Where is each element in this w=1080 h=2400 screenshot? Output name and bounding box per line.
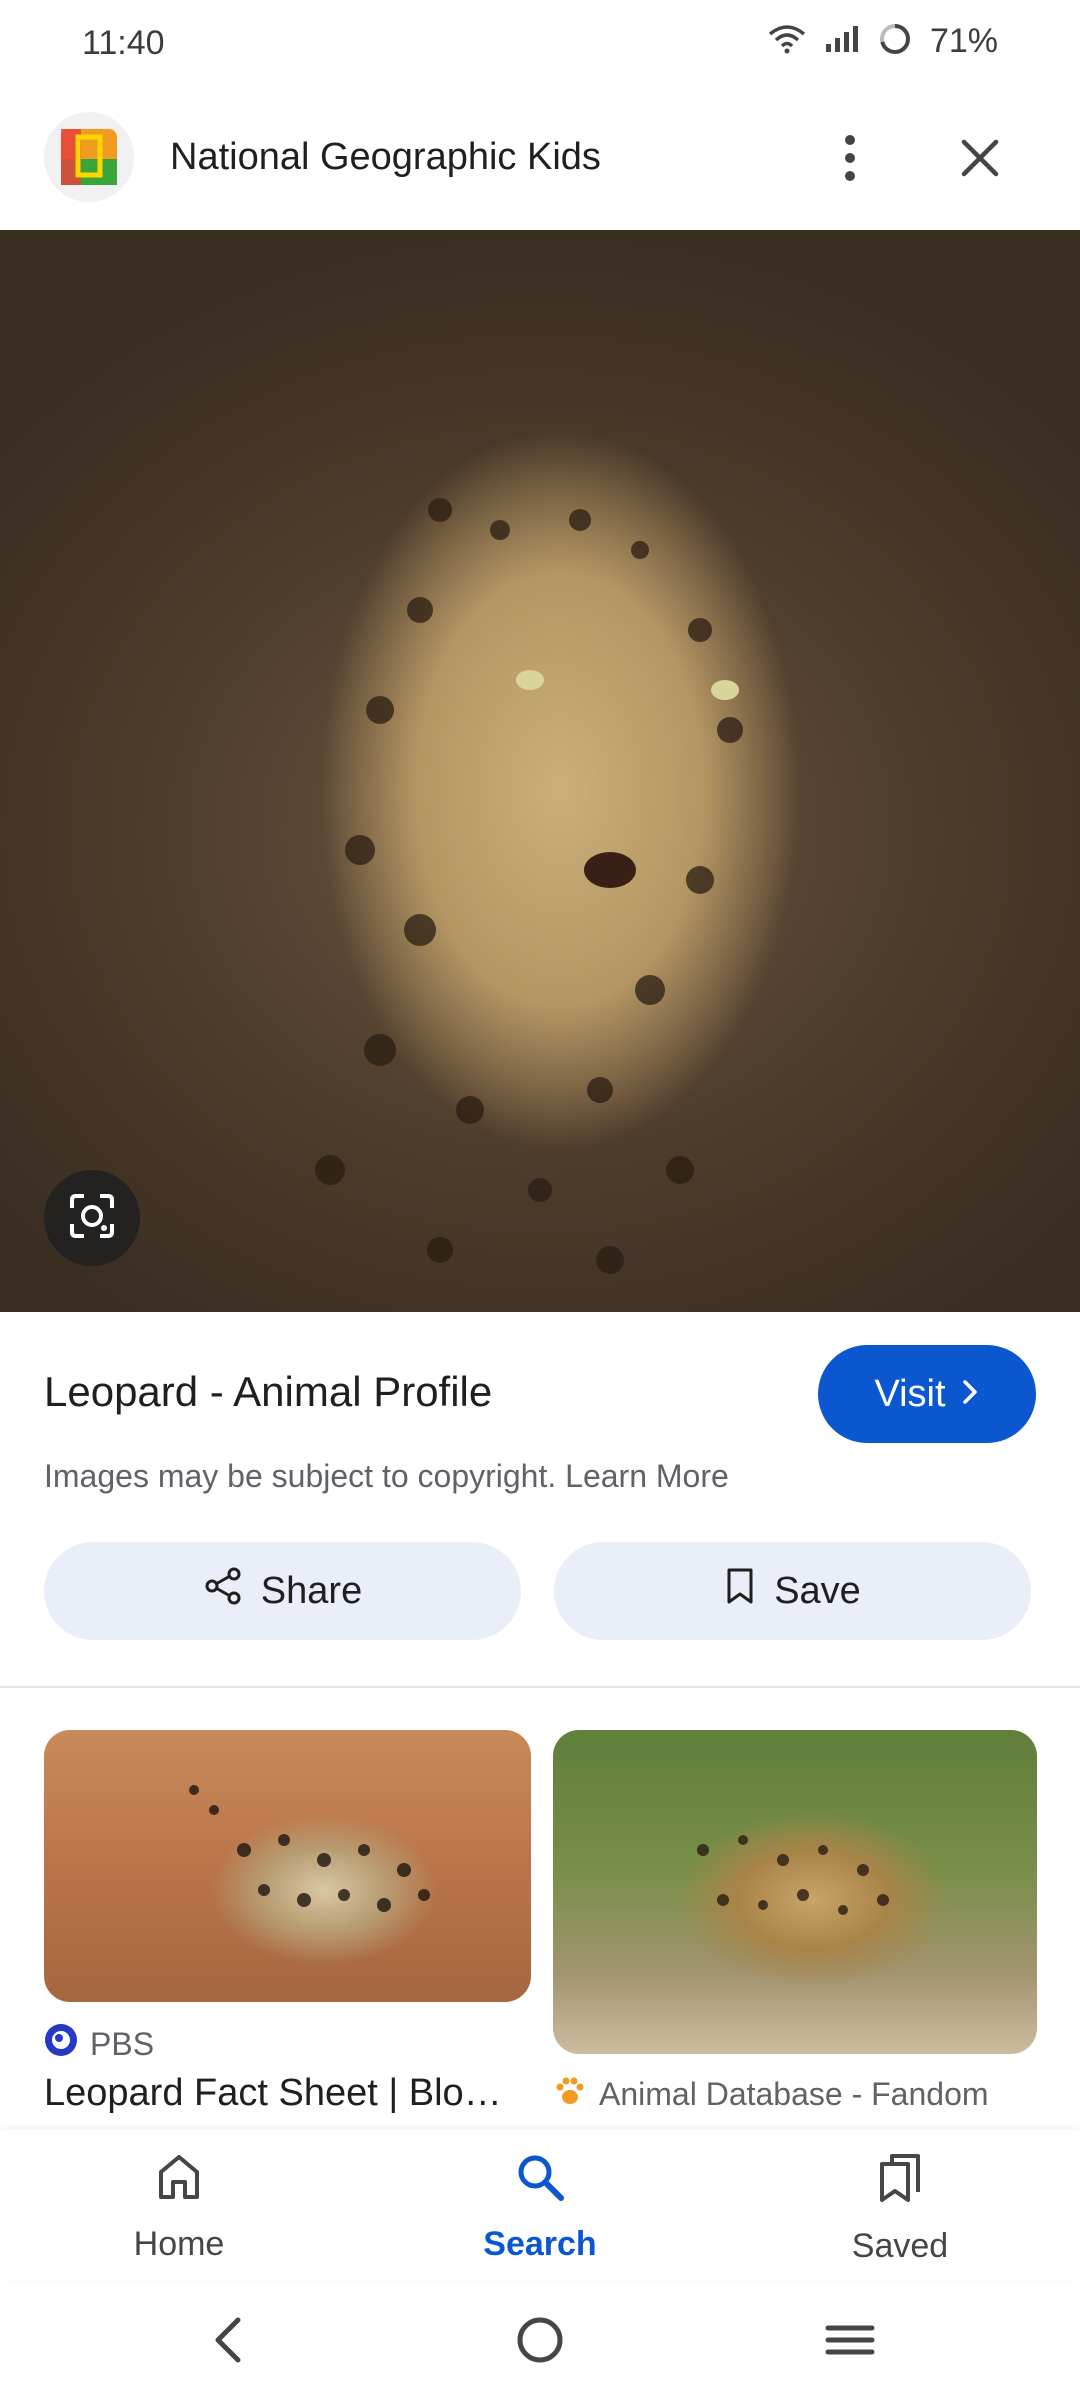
related-source-2: Animal Database - Fandom [553, 2073, 989, 2115]
save-label: Save [774, 1569, 861, 1612]
recents-icon [820, 2325, 880, 2374]
share-button[interactable]: Share [44, 1542, 521, 1640]
result-title: Leopard - Animal Profile [44, 1368, 493, 1415]
home-icon [155, 2152, 203, 2211]
source-name: Animal Database - Fandom [599, 2075, 989, 2112]
related-title-1[interactable]: Leopard Fact Sheet | Blog... [44, 2072, 514, 2115]
back-icon [200, 2317, 260, 2374]
divider [0, 1686, 1080, 1688]
share-icon [203, 1566, 243, 1616]
battery-percent: 71% [929, 22, 998, 60]
nav-home-label: Home [133, 2225, 225, 2263]
system-home-button[interactable] [510, 2310, 570, 2370]
battery-icon [878, 22, 912, 61]
pbs-icon [44, 2023, 78, 2065]
close-icon [960, 138, 1000, 183]
nav-saved[interactable]: Saved [800, 2152, 1000, 2266]
more-vert-icon [842, 134, 858, 187]
close-button[interactable] [940, 120, 1020, 200]
signal-icon [824, 24, 860, 59]
site-title[interactable]: National Geographic Kids [170, 136, 601, 179]
more-options-button[interactable] [810, 120, 890, 200]
lens-search-button[interactable] [44, 1170, 140, 1266]
visit-button[interactable]: Visit [818, 1345, 1036, 1443]
saved-icon [876, 2152, 924, 2213]
copyright-note[interactable]: Images may be subject to copyright. Lear… [44, 1458, 729, 1495]
status-icons: 71% [768, 22, 998, 61]
related-image-1[interactable] [44, 1730, 531, 2002]
related-source-1: PBS [44, 2023, 154, 2065]
wifi-icon [768, 24, 806, 59]
hero-image-leopard[interactable] [0, 230, 1080, 1312]
visit-label: Visit [874, 1372, 946, 1415]
nav-saved-label: Saved [851, 2227, 949, 2265]
system-back-button[interactable] [200, 2310, 260, 2370]
app-bar: National Geographic Kids [0, 100, 1080, 230]
chevron-right-icon [960, 1373, 980, 1416]
related-image-2[interactable] [553, 1730, 1037, 2054]
system-recents-button[interactable] [820, 2310, 880, 2370]
nav-home[interactable]: Home [79, 2152, 279, 2264]
share-label: Share [260, 1569, 363, 1612]
paw-icon [553, 2073, 587, 2115]
site-favicon [44, 112, 134, 202]
bookmark-icon [724, 1566, 756, 1616]
status-time: 11:40 [82, 24, 165, 62]
save-button[interactable]: Save [554, 1542, 1031, 1640]
search-icon [515, 2152, 565, 2211]
nav-search-label: Search [483, 2225, 597, 2263]
source-name: PBS [90, 2025, 155, 2062]
nav-search[interactable]: Search [440, 2152, 640, 2264]
status-bar: 11:40 71% [0, 0, 1080, 90]
lens-icon [66, 1190, 118, 1247]
home-circle-icon [510, 2317, 570, 2374]
